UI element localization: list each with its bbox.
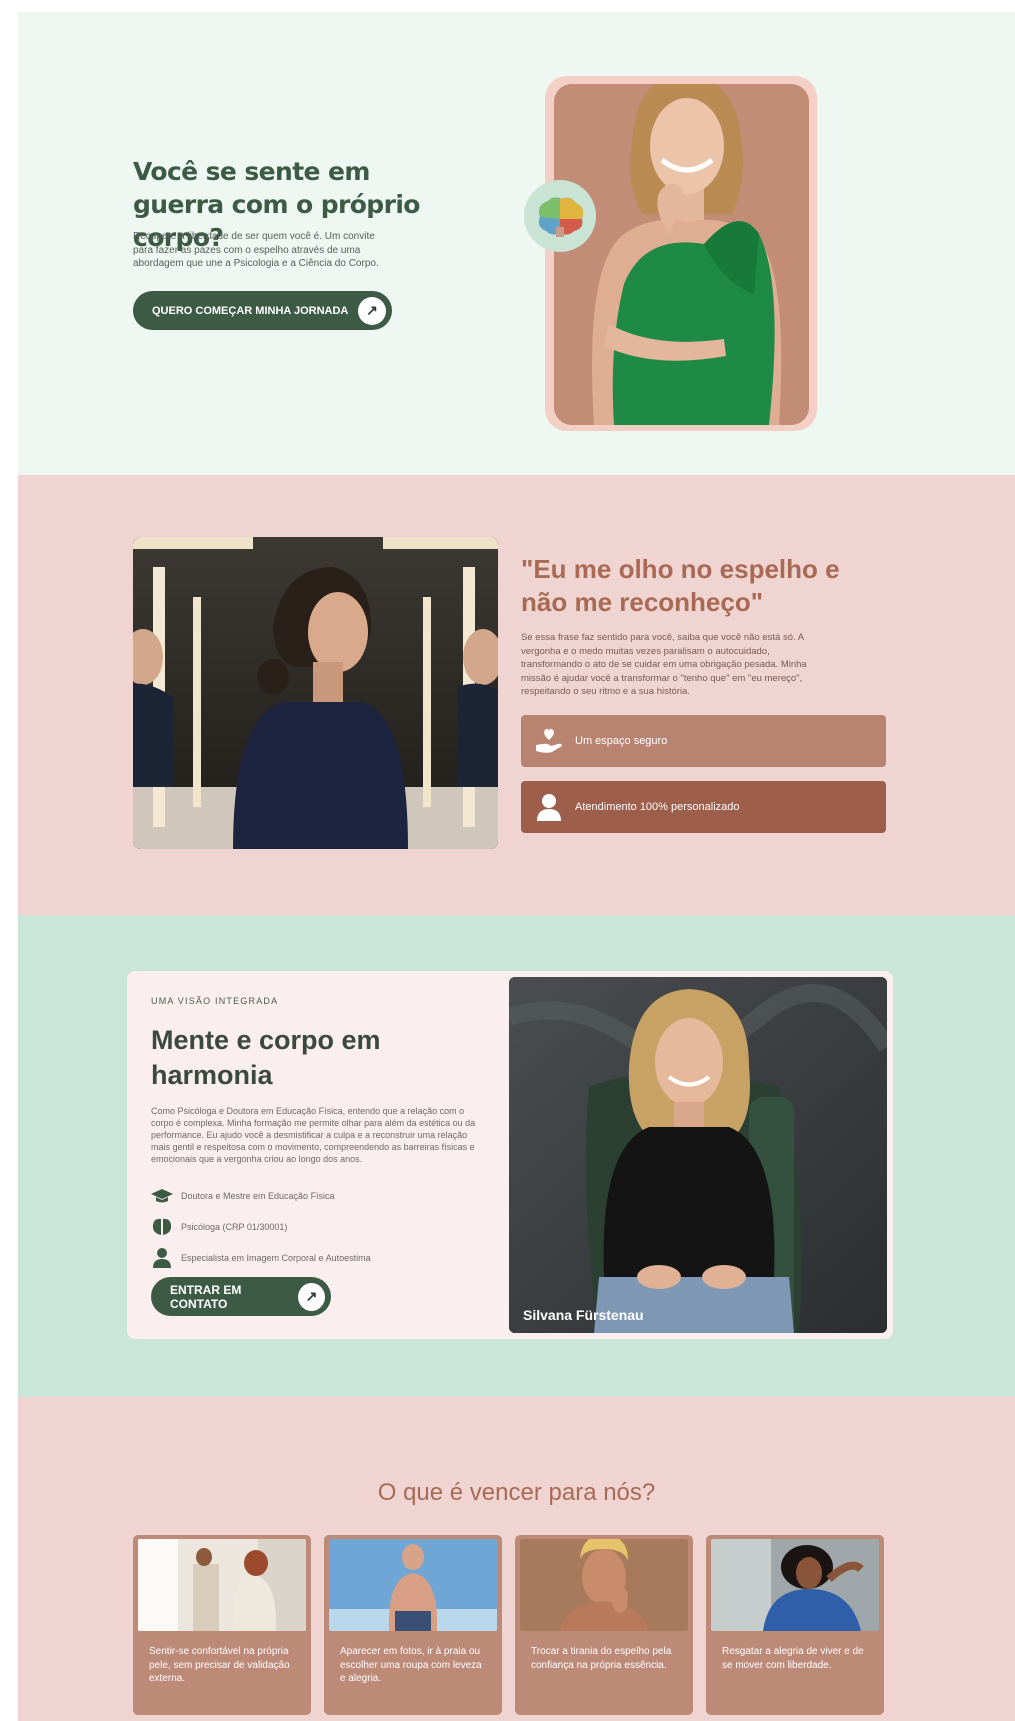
credential-item: Especialista em Imagem Corporal e Autoes…: [151, 1248, 371, 1268]
feature-safe-space-label: Um espaço seguro: [575, 735, 668, 747]
victory-section: O que é vencer para nós? Sentir-se confo…: [18, 1397, 1015, 1721]
integrated-title: Mente e corpo em harmonia: [151, 1025, 381, 1090]
credential-label: Psicóloga (CRP 01/30001): [181, 1222, 288, 1232]
integrated-description: Como Psicóloga e Doutora em Educação Fís…: [151, 1106, 476, 1164]
brain-icon: [151, 1217, 173, 1237]
integrated-card: UMA VISÃO INTEGRADA Mente e corpo em har…: [127, 971, 893, 1339]
victory-card-text: Trocar a tirania do espelho pela confian…: [531, 1646, 672, 1671]
arrow-up-right-icon: ↗: [358, 296, 386, 325]
victory-card-image: [711, 1539, 879, 1631]
user-icon: [533, 791, 565, 823]
credential-item: Doutora e Mestre em Educação Física: [151, 1186, 335, 1206]
start-journey-button-label: QUERO COMEÇAR MINHA JORNADA: [152, 304, 349, 317]
victory-card-text: Aparecer em fotos, ir à praia ou escolhe…: [340, 1646, 482, 1684]
silvana-photo: Silvana Fürstenau: [509, 977, 887, 1333]
start-journey-button[interactable]: QUERO COMEÇAR MINHA JORNADA ↗: [133, 291, 392, 330]
victory-card: Resgatar a alegria de viver e de se move…: [706, 1535, 884, 1715]
quote-title: "Eu me olho no espelho e não me reconheç…: [521, 554, 840, 617]
graduation-cap-icon: [151, 1186, 173, 1206]
credential-label: Especialista em Imagem Corporal e Autoes…: [181, 1253, 371, 1263]
victory-card-image: [520, 1539, 688, 1631]
heart-hand-icon: [533, 725, 565, 757]
arrow-up-right-icon: ↗: [297, 1282, 325, 1311]
victory-title: O que é vencer para nós?: [377, 1479, 656, 1506]
hero-portrait: [554, 84, 809, 425]
victory-card: Sentir-se confortável na própria pele, s…: [133, 1535, 311, 1715]
victory-card: Aparecer em fotos, ir à praia ou escolhe…: [324, 1535, 502, 1715]
victory-card: Trocar a tirania do espelho pela confian…: [515, 1535, 693, 1715]
victory-card-image: [329, 1539, 497, 1631]
landing-page: Você se sente em guerra com o próprio co…: [18, 12, 1015, 1721]
integrated-section: UMA VISÃO INTEGRADA Mente e corpo em har…: [18, 915, 1015, 1397]
victory-card-text: Sentir-se confortável na própria pele, s…: [149, 1646, 290, 1684]
credential-item: Psicóloga (CRP 01/30001): [151, 1217, 287, 1237]
integrated-eyebrow: UMA VISÃO INTEGRADA: [151, 996, 279, 1006]
photo-name-tag: Silvana Fürstenau: [523, 1307, 644, 1323]
hero-description: Recupere a liberdade de ser quem você é.…: [133, 231, 379, 269]
mirror-photo: [133, 537, 498, 849]
contact-button-label: ENTRAR EM CONTATO: [170, 1282, 242, 1311]
feature-safe-space: Um espaço seguro: [521, 715, 886, 767]
hero-section: Você se sente em guerra com o próprio co…: [18, 12, 1015, 475]
feature-personalized-label: Atendimento 100% personalizado: [575, 801, 740, 813]
mirror-description: Se essa frase faz sentido para você, sai…: [521, 632, 807, 697]
mirror-section: "Eu me olho no espelho e não me reconheç…: [18, 475, 1015, 915]
user-icon: [151, 1248, 173, 1268]
contact-button[interactable]: ENTRAR EM CONTATO ↗: [151, 1277, 331, 1316]
victory-card-image: [138, 1539, 306, 1631]
feature-personalized: Atendimento 100% personalizado: [521, 781, 886, 833]
brain-puzzle-icon: [524, 180, 596, 252]
victory-card-text: Resgatar a alegria de viver e de se move…: [722, 1646, 864, 1671]
credential-label: Doutora e Mestre em Educação Física: [181, 1191, 335, 1201]
